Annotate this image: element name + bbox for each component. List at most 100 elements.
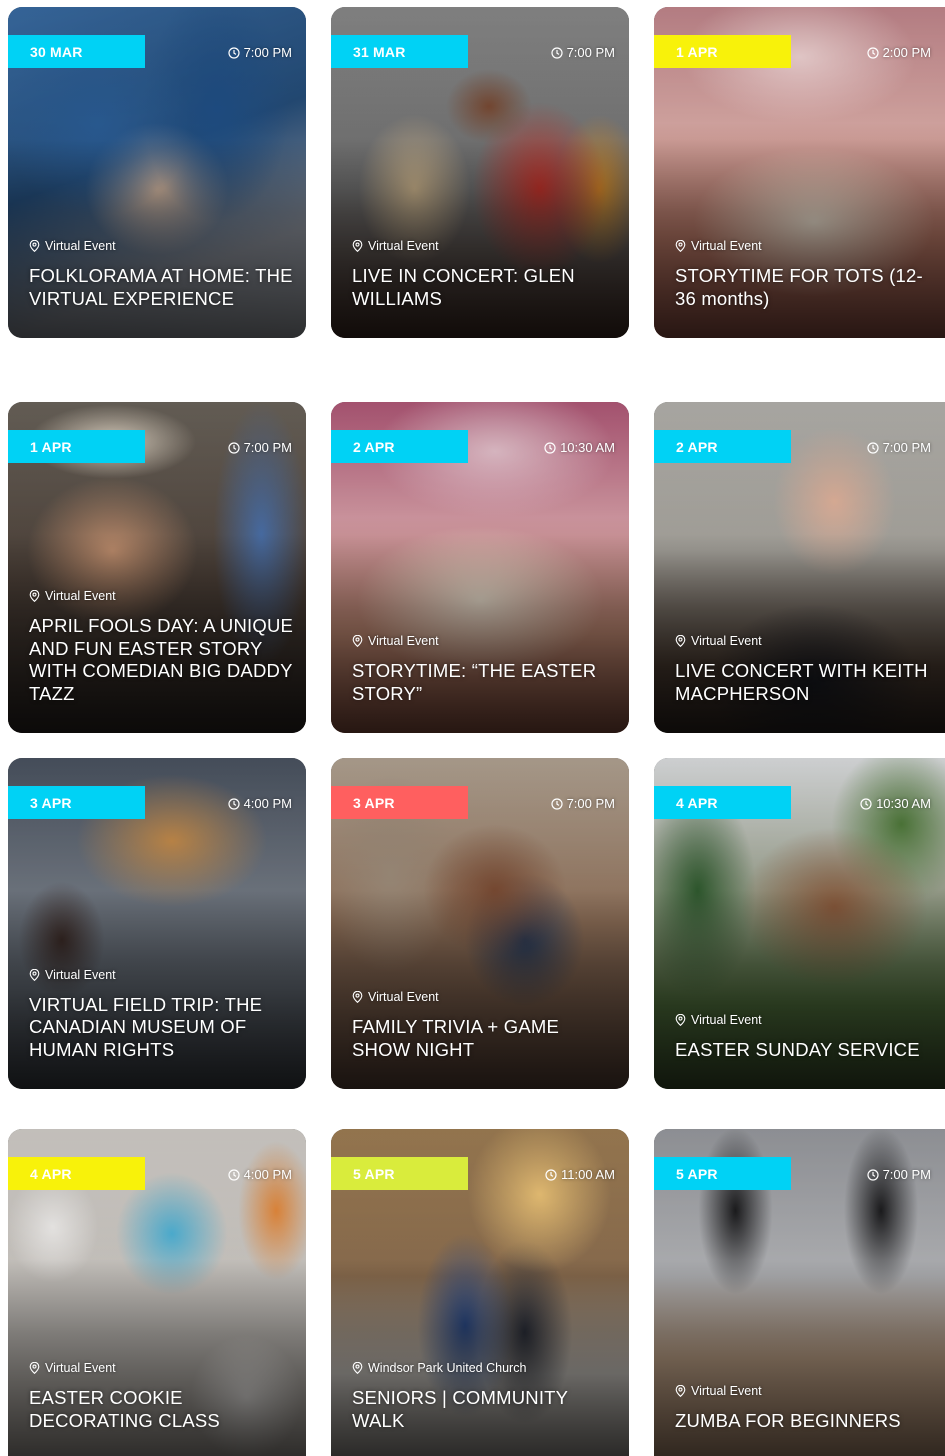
event-time-label: 10:30 AM [876, 796, 931, 811]
event-location-label: Virtual Event [45, 589, 116, 603]
date-badge: 3 APR [8, 786, 145, 819]
date-badge: 1 APR [654, 35, 791, 68]
event-card[interactable]: 4 APR 10:30 AM Virtual Event EASTER SUND… [654, 758, 945, 1089]
event-title[interactable]: SENIORS | COMMUNITY WALK [352, 1387, 617, 1432]
event-card[interactable]: 3 APR 4:00 PM Virtual Event VIRTUAL FIEL… [8, 758, 306, 1089]
location-pin-icon [352, 991, 363, 1003]
location-pin-icon [352, 240, 363, 252]
event-location: Virtual Event [29, 589, 294, 603]
event-info: Virtual Event LIVE IN CONCERT: GLEN WILL… [352, 239, 617, 310]
event-location-label: Virtual Event [368, 634, 439, 648]
date-badge: 5 APR [331, 1157, 468, 1190]
event-title[interactable]: VIRTUAL FIELD TRIP: THE CANADIAN MUSEUM … [29, 994, 294, 1062]
event-location-label: Virtual Event [45, 967, 116, 982]
event-time: 4:00 PM [227, 796, 292, 811]
date-badge: 2 APR [331, 430, 468, 463]
date-badge: 4 APR [8, 1157, 145, 1190]
event-title[interactable]: STORYTIME: “THE EASTER STORY” [352, 660, 617, 705]
event-location: Virtual Event [675, 239, 933, 253]
event-time-label: 4:00 PM [243, 1167, 292, 1182]
event-card[interactable]: 31 MAR 7:00 PM Virtual Event LIVE IN CON… [331, 7, 629, 338]
event-card[interactable]: 5 APR 11:00 AM Windsor Park United Churc… [331, 1129, 629, 1456]
location-pin-icon [675, 1384, 686, 1397]
event-title[interactable]: FAMILY TRIVIA + GAME SHOW NIGHT [352, 1016, 617, 1061]
location-pin-icon [675, 240, 686, 252]
event-time-label: 7:00 PM [882, 1167, 931, 1182]
event-title[interactable]: APRIL FOOLS DAY: A UNIQUE AND FUN EASTER… [29, 615, 294, 705]
event-location-label: Virtual Event [691, 1012, 762, 1027]
clock-icon [866, 441, 879, 454]
clock-icon [545, 1168, 557, 1181]
clock-icon [550, 46, 563, 59]
date-badge: 5 APR [654, 1157, 791, 1190]
event-time: 7:00 PM [866, 440, 931, 455]
event-time-label: 7:00 PM [566, 45, 615, 60]
event-time: 11:00 AM [545, 1167, 615, 1182]
date-badge: 4 APR [654, 786, 791, 819]
event-card[interactable]: 1 APR 2:00 PM Virtual Event STORYTIME FO… [654, 7, 945, 338]
event-time-label: 4:00 PM [243, 796, 292, 811]
event-location: Virtual Event [352, 634, 617, 648]
event-title[interactable]: STORYTIME FOR TOTS (12-36 months) [675, 265, 933, 310]
date-badge: 3 APR [331, 786, 468, 819]
event-info: Virtual Event VIRTUAL FIELD TRIP: THE CA… [29, 968, 294, 1062]
location-pin-icon [29, 590, 40, 602]
event-location: Virtual Event [675, 1384, 933, 1398]
event-location-label: Virtual Event [691, 634, 762, 648]
event-info: Virtual Event EASTER COOKIE DECORATING C… [29, 1361, 294, 1432]
location-pin-icon [352, 635, 363, 647]
events-grid: 30 MAR 7:00 PM Virtual Event FOLKLORAMA … [0, 0, 945, 1456]
clock-icon [227, 1168, 240, 1181]
event-time: 10:30 AM [860, 796, 931, 811]
event-card[interactable]: 2 APR 7:00 PM Virtual Event LIVE CONCERT… [654, 402, 945, 733]
date-badge: 2 APR [654, 430, 791, 463]
clock-icon [227, 46, 240, 59]
event-time-label: 10:30 AM [560, 440, 615, 455]
event-title[interactable]: ZUMBA FOR BEGINNERS [675, 1410, 933, 1433]
event-title[interactable]: LIVE CONCERT WITH KEITH MACPHERSON [675, 660, 933, 705]
event-time: 7:00 PM [550, 45, 615, 60]
event-location: Virtual Event [29, 1361, 294, 1375]
event-location: Windsor Park United Church [352, 1361, 617, 1375]
event-location-label: Virtual Event [691, 239, 762, 253]
clock-icon [860, 797, 872, 810]
event-card[interactable]: 1 APR 7:00 PM Virtual Event APRIL FOOLS … [8, 402, 306, 733]
clock-icon [866, 1168, 879, 1181]
location-pin-icon [675, 1013, 686, 1026]
event-card[interactable]: 5 APR 7:00 PM Virtual Event ZUMBA FOR BE… [654, 1129, 945, 1456]
event-location-label: Virtual Event [368, 990, 439, 1004]
event-time-label: 7:00 PM [566, 796, 615, 811]
event-card[interactable]: 30 MAR 7:00 PM Virtual Event FOLKLORAMA … [8, 7, 306, 338]
location-pin-icon [352, 1362, 363, 1374]
event-location-label: Virtual Event [45, 239, 116, 253]
event-time-label: 2:00 PM [882, 45, 931, 60]
location-pin-icon [29, 968, 40, 981]
event-title[interactable]: LIVE IN CONCERT: GLEN WILLIAMS [352, 265, 617, 310]
event-location-label: Virtual Event [45, 1361, 116, 1375]
event-info: Virtual Event STORYTIME FOR TOTS (12-36 … [675, 239, 933, 310]
event-title[interactable]: FOLKLORAMA AT HOME: THE VIRTUAL EXPERIEN… [29, 265, 294, 310]
event-title[interactable]: EASTER SUNDAY SERVICE [675, 1039, 933, 1062]
event-location: Virtual Event [352, 239, 617, 253]
event-card[interactable]: 2 APR 10:30 AM Virtual Event STORYTIME: … [331, 402, 629, 733]
event-title[interactable]: EASTER COOKIE DECORATING CLASS [29, 1387, 294, 1432]
location-pin-icon [29, 240, 40, 252]
event-time: 4:00 PM [227, 1167, 292, 1182]
event-time: 2:00 PM [866, 45, 931, 60]
event-card[interactable]: 4 APR 4:00 PM Virtual Event EASTER COOKI… [8, 1129, 306, 1456]
event-time-label: 11:00 AM [561, 1167, 615, 1182]
event-info: Virtual Event LIVE CONCERT WITH KEITH MA… [675, 634, 933, 705]
event-info: Virtual Event FOLKLORAMA AT HOME: THE VI… [29, 239, 294, 310]
event-info: Virtual Event FAMILY TRIVIA + GAME SHOW … [352, 990, 617, 1061]
clock-icon [227, 441, 240, 454]
event-info: Virtual Event STORYTIME: “THE EASTER STO… [352, 634, 617, 705]
event-card[interactable]: 3 APR 7:00 PM Virtual Event FAMILY TRIVI… [331, 758, 629, 1089]
clock-icon [227, 797, 240, 810]
event-info: Virtual Event ZUMBA FOR BEGINNERS [675, 1384, 933, 1433]
clock-icon [550, 797, 563, 810]
date-badge: 30 MAR [8, 35, 145, 68]
event-time: 10:30 AM [544, 440, 615, 455]
clock-icon [866, 46, 879, 59]
location-pin-icon [675, 635, 686, 647]
event-info: Windsor Park United Church SENIORS | COM… [352, 1361, 617, 1432]
